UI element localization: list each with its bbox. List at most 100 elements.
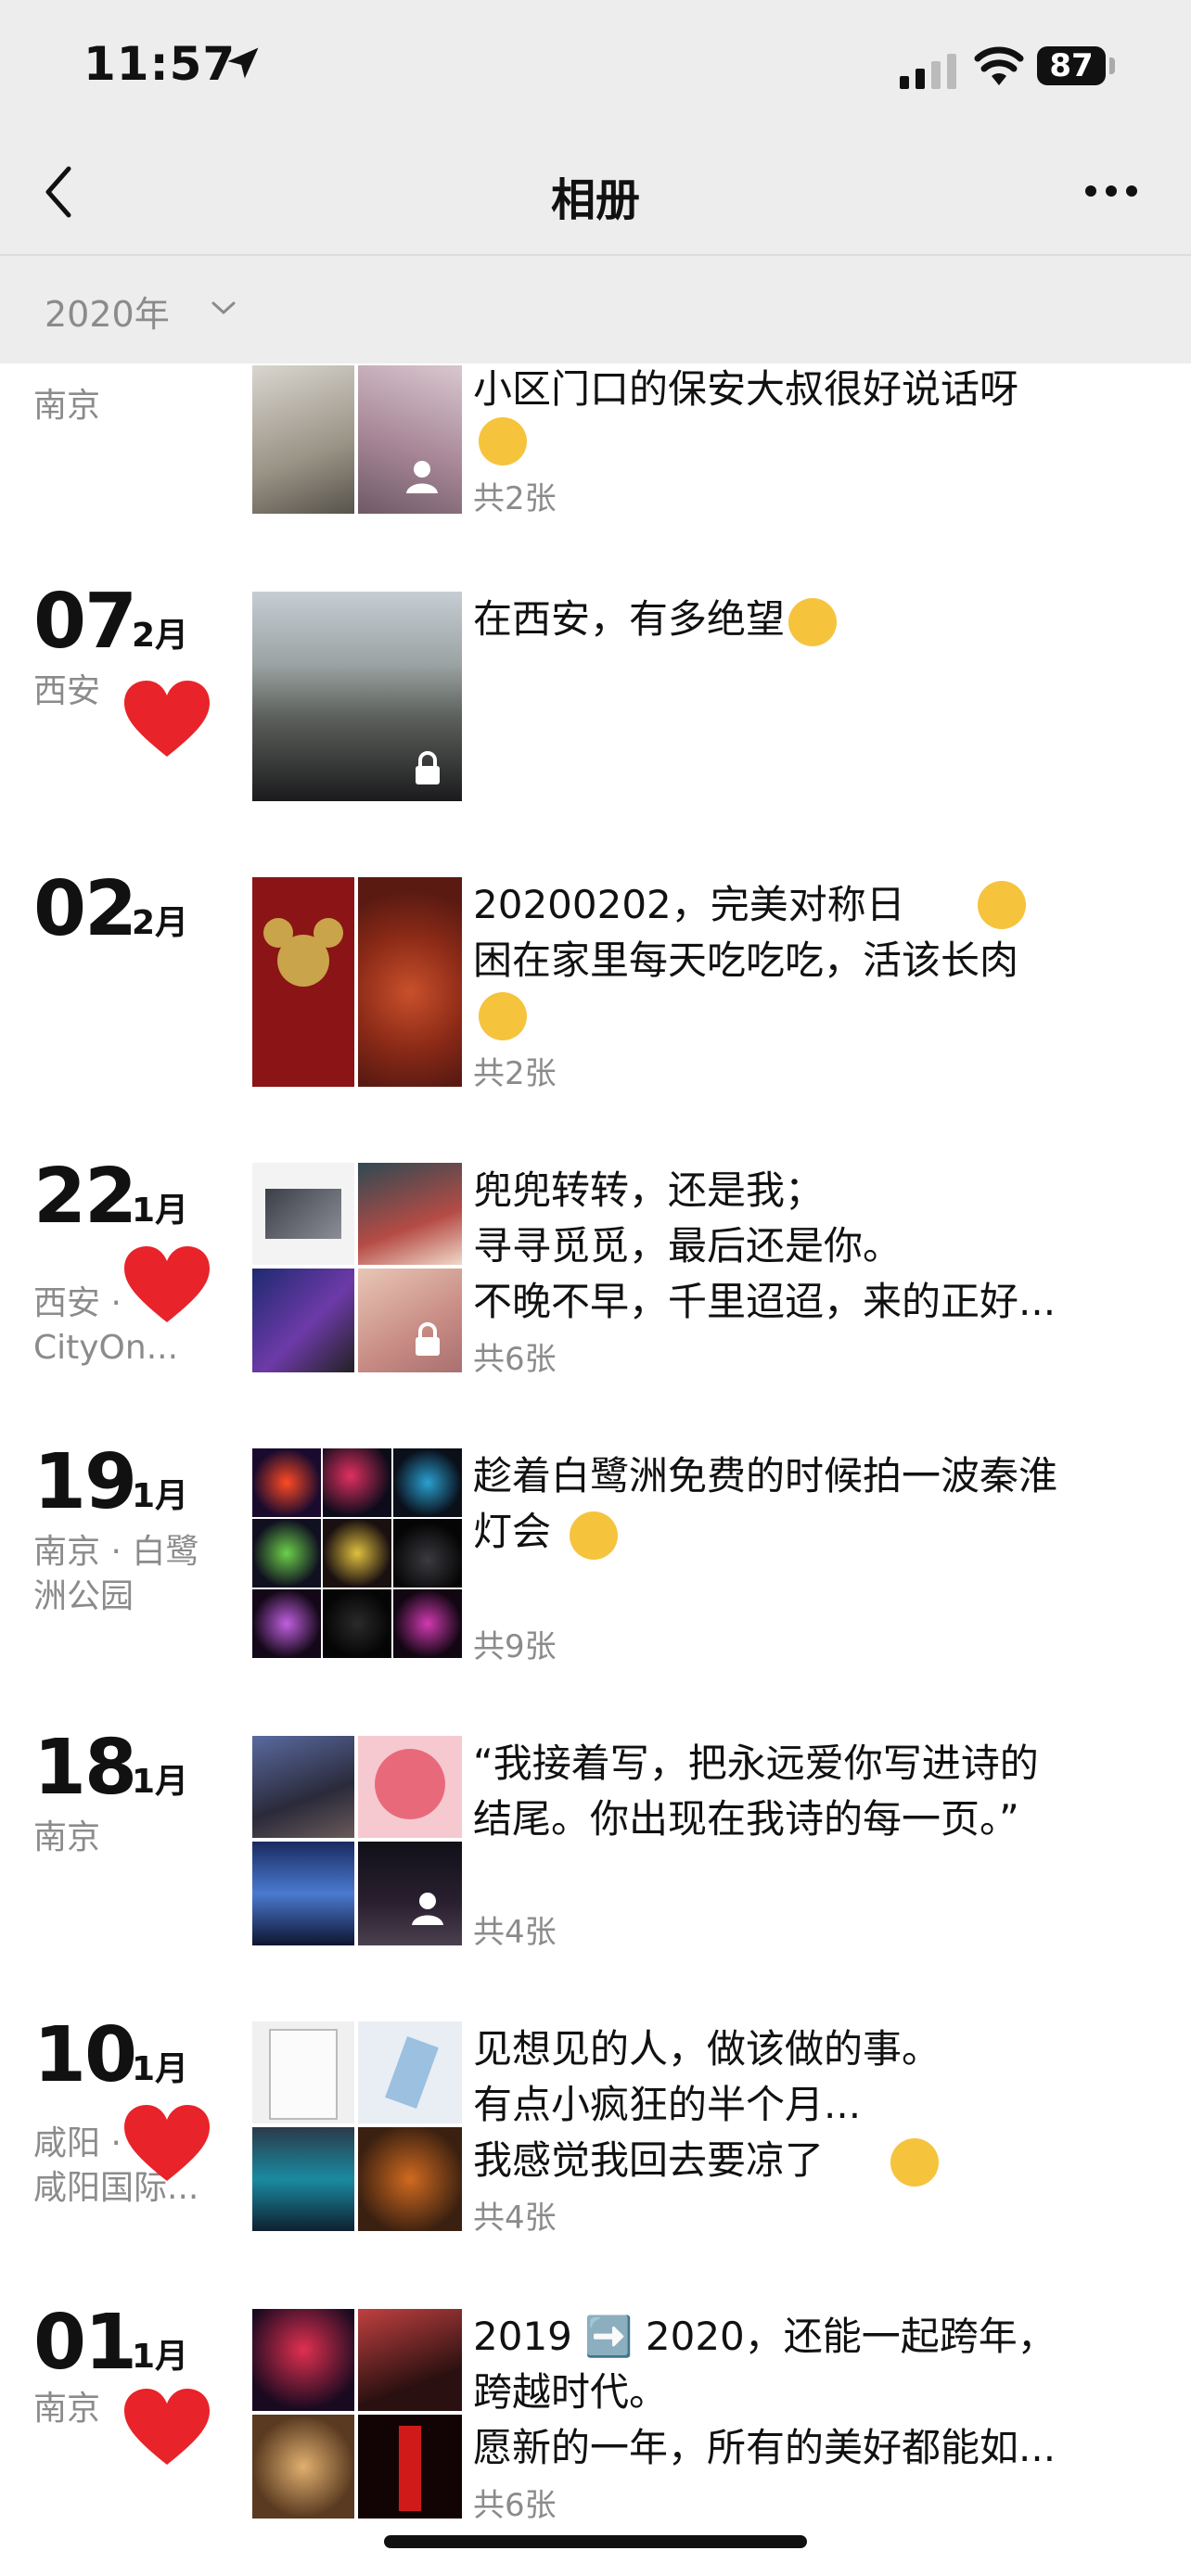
photo-count: 共6张	[473, 2487, 557, 2524]
mickey-emblem-icon	[263, 918, 343, 987]
photo-thumbnail[interactable]	[358, 877, 462, 1087]
thumbnail-grid[interactable]	[252, 1736, 462, 1945]
post-caption-text: 20200202，完美对称日 困在家里每天吃吃吃，活该长肉	[473, 882, 1019, 983]
wifi-icon	[974, 46, 1024, 85]
photo-thumbnail[interactable]	[393, 1589, 462, 1658]
heart-icon	[124, 2105, 210, 2181]
cat-face-emoji-icon	[978, 881, 1026, 929]
post-caption: 在西安，有多绝望	[473, 592, 1159, 647]
photo-thumbnail[interactable]	[323, 1589, 391, 1658]
post-day: 07	[33, 578, 137, 666]
photo-thumbnail[interactable]	[323, 1448, 391, 1517]
post-month: 2月	[132, 617, 189, 655]
photo-thumbnail[interactable]	[252, 1448, 321, 1517]
photo-count: 共9张	[473, 1628, 557, 1665]
photo-count: 共2张	[473, 1055, 557, 1092]
photo-count: 共4张	[473, 2200, 557, 2237]
post-caption: 见想见的人，做该做的事。 有点小疯狂的半个月... 我感觉我回去要凉了	[473, 2021, 1159, 2188]
photo-thumbnail[interactable]	[323, 1519, 391, 1588]
post-caption-text: “我接着写，把永远爱你写进诗的 结尾。你出现在我诗的每一页。”	[473, 1741, 1039, 1842]
person-icon	[406, 461, 438, 493]
post-month: 1月	[132, 1192, 189, 1230]
post-location: 南京	[33, 1818, 101, 1856]
thumbnail-grid[interactable]	[252, 365, 462, 514]
year-filter-label[interactable]: 2020年	[45, 286, 170, 337]
photo-thumbnail[interactable]	[358, 2127, 462, 2231]
photo-thumbnail[interactable]	[252, 2309, 354, 2411]
page-title: 相册	[550, 174, 640, 226]
post-month: 1月	[132, 2050, 189, 2088]
photo-thumbnail[interactable]	[358, 2415, 462, 2519]
thumbnail-grid[interactable]	[252, 2021, 462, 2231]
status-time: 11:57	[83, 37, 237, 91]
post-caption: 小区门口的保安大叔很好说话呀	[473, 362, 1159, 417]
photo-thumbnail[interactable]	[252, 1589, 321, 1658]
thumbnail-grid[interactable]	[252, 2309, 462, 2519]
post-caption: “我接着写，把永远爱你写进诗的 结尾。你出现在我诗的每一页。”	[473, 1736, 1159, 1847]
person-icon	[412, 1893, 443, 1925]
post-day: 22	[33, 1153, 137, 1241]
photo-thumbnail[interactable]	[252, 365, 354, 514]
thumbnail-grid[interactable]	[252, 1163, 462, 1372]
post-day: 10	[33, 2011, 137, 2099]
status-bar: 11:57 87	[0, 0, 1191, 139]
photo-thumbnail[interactable]	[252, 2021, 354, 2123]
post-caption: 20200202，完美对称日 困在家里每天吃吃吃，活该长肉	[473, 877, 1159, 988]
post-month: 1月	[132, 1477, 189, 1515]
more-dots-icon[interactable]	[1083, 184, 1139, 198]
photo-thumbnail[interactable]	[358, 1736, 462, 1838]
photo-thumbnail[interactable]	[252, 2415, 354, 2519]
photo-thumbnail[interactable]	[252, 1269, 354, 1372]
thumbnail-grid[interactable]	[252, 592, 462, 801]
photo-thumbnail[interactable]	[252, 1163, 354, 1265]
astonished-emoji-icon	[570, 1511, 618, 1560]
post-caption-text: 小区门口的保安大叔很好说话呀	[473, 366, 1019, 412]
kissing-emoji-icon	[479, 992, 527, 1040]
top-chrome: 11:57 87 相册 2020年	[0, 0, 1191, 363]
photo-thumbnail[interactable]	[358, 2021, 462, 2123]
post-day: 01	[33, 2299, 137, 2387]
year-filter-bar[interactable]	[0, 254, 1191, 365]
location-arrow-icon	[227, 47, 259, 79]
thumbnail-grid[interactable]	[252, 1448, 462, 1658]
post-month: 1月	[132, 1763, 189, 1801]
frowning-emoji-icon	[788, 597, 838, 646]
thumbnail-grid[interactable]	[252, 877, 462, 1087]
battery-nub	[1109, 57, 1115, 74]
photo-thumbnail[interactable]	[393, 1448, 462, 1517]
post-day: 18	[33, 1724, 137, 1812]
post-caption-text: 见想见的人，做该做的事。 有点小疯狂的半个月... 我感觉我回去要凉了	[473, 2026, 941, 2183]
post-location: 南京 · 白鹭 洲公园	[33, 1533, 199, 1615]
post-caption: 2019 ➡️ 2020，还能一起跨年， 跨越时代。 愿新的一年，所有的美好都能…	[473, 2309, 1159, 2476]
heart-icon	[124, 2389, 210, 2465]
post-caption-text: 2019 ➡️ 2020，还能一起跨年， 跨越时代。 愿新的一年，所有的美好都能…	[473, 2314, 1057, 2470]
post-day: 19	[33, 1438, 137, 1526]
chevron-down-icon[interactable]	[210, 299, 237, 317]
post-month: 1月	[132, 2338, 189, 2376]
photo-count: 共2张	[473, 480, 557, 517]
photo-thumbnail[interactable]	[393, 1519, 462, 1588]
post-caption-text: 在西安，有多绝望	[473, 596, 786, 642]
post-day: 02	[33, 865, 137, 953]
lock-icon	[416, 751, 440, 784]
heart-icon	[124, 1246, 210, 1322]
post-location: 南京	[33, 387, 101, 425]
photo-thumbnail[interactable]	[252, 877, 354, 1087]
post-caption: 兜兜转转，还是我； 寻寻觅觅，最后还是你。 不晚不早，千里迢迢，来的正好...	[473, 1163, 1159, 1330]
cellular-signal-icon	[900, 54, 956, 89]
post-month: 2月	[132, 904, 189, 942]
photo-thumbnail[interactable]	[358, 1163, 462, 1265]
photo-thumbnail[interactable]	[252, 1519, 321, 1588]
photo-thumbnail[interactable]	[358, 2309, 462, 2411]
photo-count: 共6张	[473, 1341, 557, 1378]
home-indicator[interactable]	[384, 2535, 807, 2548]
post-caption-text: 兜兜转转，还是我； 寻寻觅觅，最后还是你。 不晚不早，千里迢迢，来的正好...	[473, 1167, 1057, 1324]
photo-count: 共4张	[473, 1914, 557, 1951]
photo-thumbnail[interactable]	[252, 2127, 354, 2231]
pensive-emoji-icon	[890, 2138, 939, 2187]
battery-indicator: 87	[1037, 46, 1106, 85]
laughing-emoji-icon	[479, 417, 527, 465]
photo-thumbnail[interactable]	[252, 1736, 354, 1838]
photo-thumbnail[interactable]	[252, 1842, 354, 1945]
post-caption-text: 趁着白鹭洲免费的时候拍一波秦淮 灯会	[473, 1453, 1058, 1554]
